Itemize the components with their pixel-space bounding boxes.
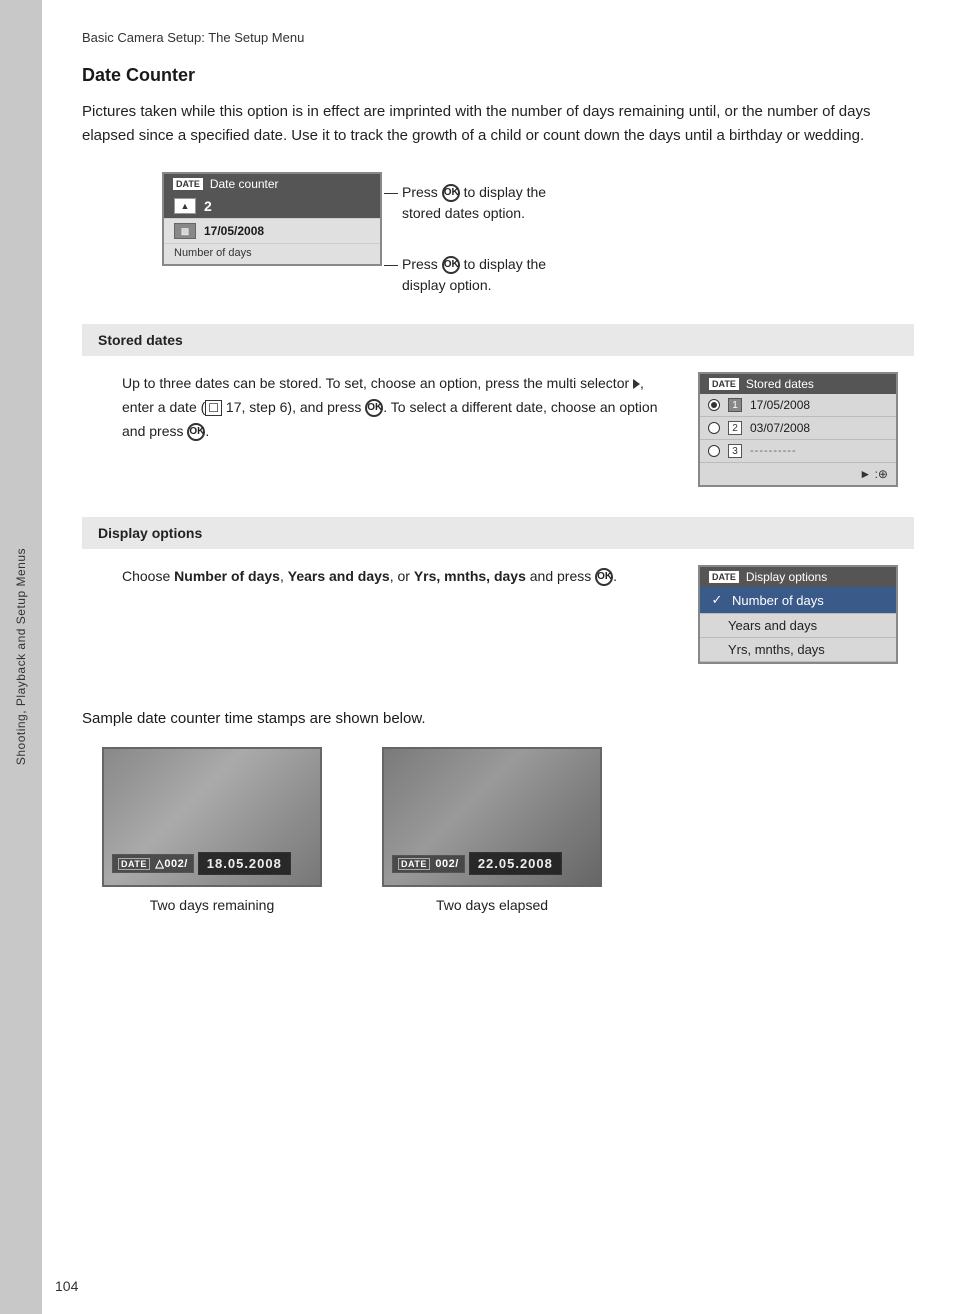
callout-area: Press OK to display thestored dates opti…	[402, 172, 546, 296]
stored-dates-section: Stored dates Up to three dates can be st…	[82, 324, 914, 503]
sample-thumb-2: DATE 002/ 22.05.2008	[382, 747, 602, 887]
stored-dates-footer: ► :⊕	[700, 463, 896, 485]
display-options-screen-title: DATE Display options	[700, 567, 896, 587]
ok-icon-3: OK	[365, 399, 383, 417]
radio-3	[708, 445, 720, 457]
display-option-label-2: Years and days	[728, 618, 817, 633]
stored-date-row-3: 3 ----------	[700, 440, 896, 463]
row1-icon: ▲	[174, 198, 196, 214]
bold-years-days: Years and days	[288, 568, 390, 584]
radio-1	[708, 399, 720, 411]
display-option-row-3: Yrs, mnths, days	[700, 638, 896, 662]
screen-title-text: Date counter	[210, 177, 279, 191]
display-options-body: Choose Number of days, Years and days, o…	[82, 549, 914, 680]
bold-yrs-mnths: Yrs, mnths, days	[414, 568, 526, 584]
sample-intro: Sample date counter time stamps are show…	[82, 710, 914, 727]
stored-dates-body: Up to three dates can be stored. To set,…	[82, 356, 914, 503]
stored-date-row-2: 2 03/07/2008	[700, 417, 896, 440]
num-badge-1: 1	[728, 398, 742, 412]
callout-1: Press OK to display thestored dates opti…	[402, 182, 546, 224]
display-option-row-2: Years and days	[700, 614, 896, 638]
stored-date-1: 17/05/2008	[750, 398, 810, 412]
stored-date-icon: DATE	[708, 377, 740, 391]
ok-icon-4: OK	[187, 423, 205, 441]
screen-row-2: ▩ 17/05/2008	[164, 219, 380, 244]
intro-text: Pictures taken while this option is in e…	[82, 100, 914, 148]
display-options-text: Choose Number of days, Years and days, o…	[122, 565, 678, 664]
num-badge-3: 3	[728, 444, 742, 458]
ref-icon: ☐	[205, 400, 222, 416]
display-option-row-1: ✓ Number of days	[700, 587, 896, 614]
date-counter-screen: DATE Date counter ▲ 2 ▩ 17/05/2008 Numbe…	[162, 172, 382, 266]
page-title: Date Counter	[82, 65, 914, 86]
bold-num-days: Number of days	[174, 568, 280, 584]
num-badge-2: 2	[728, 421, 742, 435]
display-options-section: Display options Choose Number of days, Y…	[82, 517, 914, 680]
ok-icon-2: OK	[442, 256, 460, 274]
display-date-icon: DATE	[708, 570, 740, 584]
display-options-screen-label: Display options	[746, 570, 827, 584]
breadcrumb: Basic Camera Setup: The Setup Menu	[82, 30, 914, 45]
sidebar: Shooting, Playback and Setup Menus	[0, 0, 42, 1314]
display-option-label-1: Number of days	[732, 593, 824, 608]
arrow-right-icon	[633, 379, 640, 389]
thumb-overlay-1: DATE △002/ 18.05.2008	[112, 852, 312, 875]
sample-thumb-1: DATE △002/ 18.05.2008	[102, 747, 322, 887]
stored-dates-screen: DATE Stored dates 1 17/05/2008 2 03/07/2…	[698, 372, 898, 487]
stored-date-2: 03/07/2008	[750, 421, 810, 435]
sample-item-1: DATE △002/ 18.05.2008 Two days remaining	[102, 747, 322, 913]
sample-caption-2: Two days elapsed	[436, 897, 548, 913]
screen-row-label: Number of days	[164, 244, 380, 264]
sample-images: DATE △002/ 18.05.2008 Two days remaining	[82, 747, 914, 913]
date-stamp-icon-2: DATE	[398, 858, 430, 870]
screen-row-1: ▲ 2	[164, 194, 380, 219]
stored-date-row-1: 1 17/05/2008	[700, 394, 896, 417]
sample-section: Sample date counter time stamps are show…	[82, 710, 914, 913]
row2-date: 17/05/2008	[204, 224, 264, 238]
sample-caption-1: Two days remaining	[150, 897, 275, 913]
sidebar-label: Shooting, Playback and Setup Menus	[14, 548, 28, 765]
date-stamp-icon-1: DATE	[118, 858, 150, 870]
stored-date-3: ----------	[750, 445, 797, 457]
stored-dates-screen-label: Stored dates	[746, 377, 814, 391]
callout-2: Press OK to display thedisplay option.	[402, 254, 546, 296]
sample-item-2: DATE 002/ 22.05.2008 Two days elapsed	[382, 747, 602, 913]
screen-title-bar: DATE Date counter	[164, 174, 380, 194]
display-option-label-3: Yrs, mnths, days	[728, 642, 825, 657]
row2-icon: ▩	[174, 223, 196, 239]
stamp-box-2: DATE 002/	[392, 855, 465, 873]
display-options-title: Display options	[82, 517, 914, 549]
stamp-date-2: 22.05.2008	[469, 852, 562, 875]
ok-icon-1: OK	[442, 184, 460, 202]
stored-dates-text: Up to three dates can be stored. To set,…	[122, 372, 678, 487]
stamp-box-1: DATE △002/	[112, 854, 194, 873]
ok-icon-5: OK	[595, 568, 613, 586]
stored-dates-screen-title: DATE Stored dates	[700, 374, 896, 394]
thumb-overlay-2: DATE 002/ 22.05.2008	[392, 852, 592, 875]
page-number: 104	[55, 1278, 78, 1294]
display-options-screen: DATE Display options ✓ Number of days Ye…	[698, 565, 898, 664]
checkmark-icon: ✓	[708, 591, 726, 609]
diagram-area: DATE Date counter ▲ 2 ▩ 17/05/2008 Numbe…	[82, 172, 914, 296]
radio-2	[708, 422, 720, 434]
row1-num: 2	[204, 198, 212, 214]
stored-dates-title: Stored dates	[82, 324, 914, 356]
stamp-date-1: 18.05.2008	[198, 852, 291, 875]
date-icon: DATE	[172, 177, 204, 191]
